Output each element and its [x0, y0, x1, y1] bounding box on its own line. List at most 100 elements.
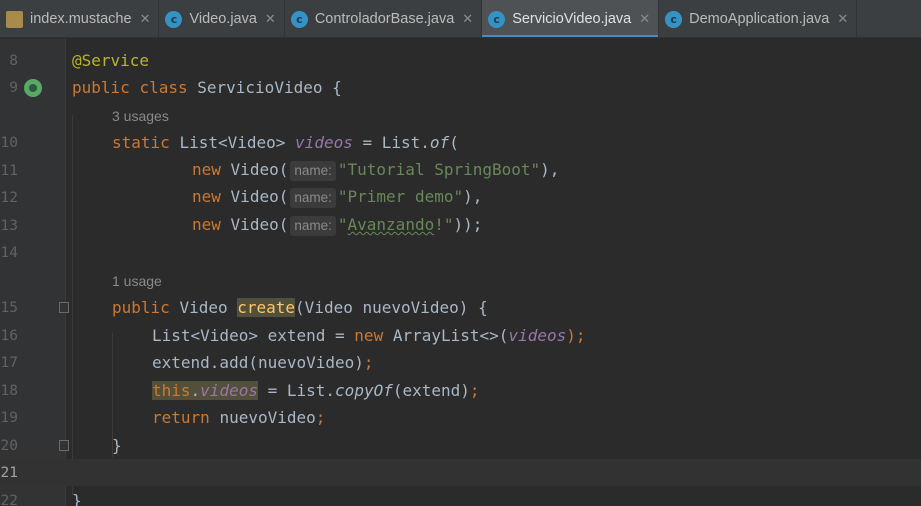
spring-bean-icon[interactable] — [24, 78, 42, 97]
line-number: 14 — [0, 244, 18, 261]
current-code-line[interactable]: 21 — [0, 459, 921, 486]
keyword: new — [192, 187, 221, 206]
code-text: List<Video> extend = — [152, 326, 345, 345]
tab-demoapplication-java[interactable]: c DemoApplication.java ✕ — [659, 0, 858, 37]
tab-controladorbase-java[interactable]: c ControladorBase.java ✕ — [285, 0, 483, 37]
code-text: ; — [363, 353, 374, 372]
editor-tab-bar: index.mustache ✕ c Video.java ✕ c Contro… — [0, 0, 921, 38]
method-name: create — [237, 298, 296, 317]
code-text: Video( — [230, 160, 289, 179]
statement: this.videos = List.copyOf(extend); — [152, 381, 480, 400]
code-text: nuevoVideo — [219, 408, 316, 427]
keyword: new — [354, 326, 384, 345]
line-number: 8 — [9, 52, 18, 69]
code-text: (extend) — [392, 381, 470, 400]
constructor-call: new Video(name: "Avanzando!")); — [192, 215, 482, 236]
close-icon[interactable]: ✕ — [265, 12, 276, 27]
line-number: 19 — [0, 409, 18, 426]
string-literal: !" — [434, 215, 454, 234]
code-text: Video( — [230, 187, 289, 206]
parameter-hint: name: — [290, 188, 336, 208]
code-text: = List. — [267, 381, 336, 400]
keyword: public — [72, 78, 130, 97]
code-text: ), — [540, 160, 560, 179]
line-number: 16 — [0, 327, 18, 344]
parameter-hint: name: — [290, 216, 336, 236]
keyword: new — [192, 160, 221, 179]
tab-video-java[interactable]: c Video.java ✕ — [159, 0, 285, 37]
code-line[interactable]: 17 extend.add(nuevoVideo); — [0, 349, 921, 376]
usages-count[interactable]: 1 usage — [112, 273, 162, 289]
code-line[interactable]: 10 static List<Video> videos = List.of( — [0, 129, 921, 156]
line-number: 10 — [0, 134, 18, 151]
java-class-icon: c — [488, 10, 506, 28]
statement: List<Video> extend = new ArrayList<>(vid… — [152, 326, 586, 345]
keyword: this — [152, 381, 191, 400]
code-line[interactable]: 11 new Video(name: "Tutorial SpringBoot")… — [0, 157, 921, 184]
field-name: videos — [508, 326, 567, 345]
code-text: extend.add(nuevoVideo) — [152, 353, 364, 372]
code-line[interactable]: 22 } — [0, 487, 921, 506]
java-class-icon: c — [165, 10, 183, 28]
tab-serviciovideo-java[interactable]: c ServicioVideo.java ✕ — [482, 0, 660, 37]
code-line[interactable]: 9 public class ServicioVideo { — [0, 74, 921, 101]
fold-icon[interactable] — [59, 302, 69, 313]
line-number: 20 — [0, 437, 18, 454]
constructor-call: new Video(name: "Primer demo"), — [192, 187, 482, 208]
code-line[interactable]: 16 List<Video> extend = new ArrayList<>(… — [0, 322, 921, 349]
line-number: 11 — [0, 162, 18, 179]
code-line[interactable]: 19 return nuevoVideo; — [0, 404, 921, 431]
code-line[interactable]: 14 — [0, 239, 921, 266]
closing-brace: } — [72, 491, 82, 506]
code-line[interactable]: 13 new Video(name: "Avanzando!")); — [0, 212, 921, 239]
spelling-flagged-word[interactable]: Avanzando — [348, 215, 435, 234]
class-declaration: public class ServicioVideo { — [72, 78, 342, 97]
code-text: ); — [566, 326, 586, 345]
closing-brace: } — [112, 436, 122, 455]
spring-app-icon: c — [665, 10, 683, 28]
code-text: ; — [469, 381, 480, 400]
type: Video — [179, 298, 228, 317]
keyword: public — [112, 298, 170, 317]
usages-count[interactable]: 3 usages — [112, 108, 169, 124]
mustache-file-icon — [6, 10, 23, 28]
method-call: of — [429, 133, 450, 152]
code-line[interactable]: 8 @Service — [0, 47, 921, 74]
annotation: @Service — [72, 51, 150, 70]
field-name: videos — [200, 381, 258, 400]
code-line[interactable]: 12 new Video(name: "Primer demo"), — [0, 184, 921, 211]
usage-hint-line: 1 usage — [0, 267, 921, 294]
type: List<Video> — [179, 133, 286, 152]
close-icon[interactable]: ✕ — [140, 12, 151, 27]
keyword: new — [192, 215, 221, 234]
parameter-hint: name: — [290, 161, 336, 181]
statement: return nuevoVideo; — [152, 408, 325, 427]
string-literal: "Primer demo" — [337, 187, 464, 206]
tab-label: ControladorBase.java — [314, 11, 455, 27]
java-class-icon: c — [290, 10, 308, 28]
tab-label: ServicioVideo.java — [512, 11, 632, 27]
statement: extend.add(nuevoVideo); — [152, 353, 374, 372]
code-text: ; — [315, 408, 326, 427]
line-number: 9 — [9, 79, 18, 96]
code-text: Video( — [230, 215, 289, 234]
field-name: videos — [295, 133, 353, 152]
code-line[interactable]: 15 public Video create(Video nuevoVideo)… — [0, 294, 921, 321]
fold-icon[interactable] — [59, 440, 69, 451]
field-declaration: static List<Video> videos = List.of( — [112, 133, 459, 152]
string-literal: "Tutorial SpringBoot" — [337, 160, 541, 179]
code-editor[interactable]: 8 @Service 9 public class ServicioVideo … — [0, 39, 921, 506]
tab-index-mustache[interactable]: index.mustache ✕ — [0, 0, 160, 37]
line-number: 21 — [0, 464, 18, 481]
close-icon[interactable]: ✕ — [837, 12, 848, 27]
constructor-call: new Video(name: "Tutorial SpringBoot"), — [192, 160, 559, 181]
code-text: ), — [463, 187, 483, 206]
keyword: return — [152, 408, 210, 427]
code-text: . — [190, 381, 201, 400]
close-icon[interactable]: ✕ — [639, 12, 650, 27]
keyword: static — [112, 133, 170, 152]
code-line[interactable]: 20 } — [0, 432, 921, 459]
close-icon[interactable]: ✕ — [462, 12, 473, 27]
code-line[interactable]: 18 this.videos = List.copyOf(extend); — [0, 377, 921, 404]
code-text: ArrayList<>( — [392, 326, 509, 345]
